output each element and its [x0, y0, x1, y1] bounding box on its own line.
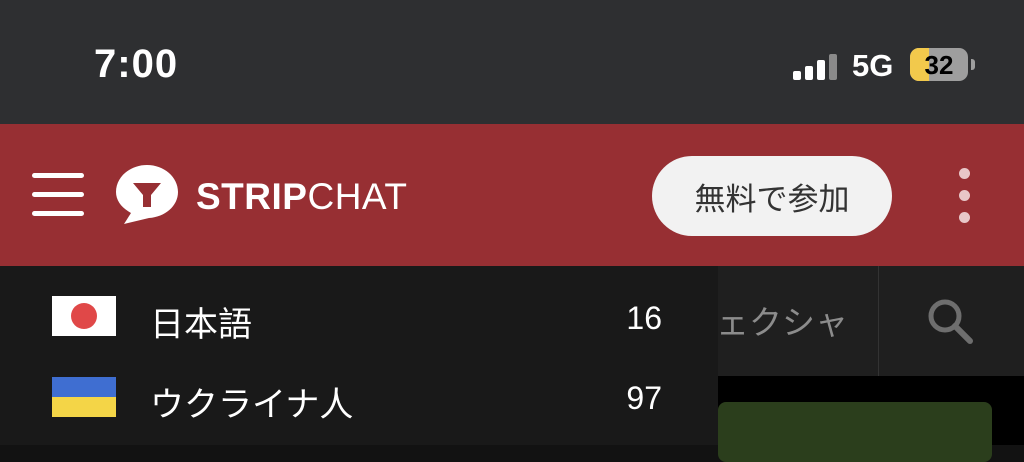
- language-name: 日本語: [150, 306, 252, 344]
- join-free-button[interactable]: 無料で参加: [652, 156, 892, 236]
- hamburger-menu-icon[interactable]: [32, 173, 84, 217]
- battery-icon: 32: [910, 48, 968, 81]
- battery-tip: [971, 59, 975, 70]
- network-type: 5G: [852, 48, 894, 83]
- language-item-ukrainian[interactable]: ウクライナ人 97: [0, 362, 718, 432]
- language-count: 97: [626, 380, 662, 416]
- search-icon[interactable]: [925, 296, 975, 346]
- language-item-japanese[interactable]: 日本語 16: [0, 282, 718, 352]
- stripchat-logo-icon: [116, 165, 178, 224]
- japan-flag-icon: [52, 296, 116, 336]
- ukraine-flag-icon: [52, 377, 116, 417]
- status-time: 7:00: [94, 42, 179, 86]
- more-options-icon[interactable]: [957, 168, 971, 224]
- site-header: STRIPCHAT 無料で参加: [0, 124, 1024, 266]
- divider: [878, 266, 879, 376]
- language-dropdown: 日本語 16 ウクライナ人 97: [0, 266, 718, 445]
- tag-filter-text[interactable]: ェクシャ: [716, 296, 848, 344]
- stream-thumbnail[interactable]: [718, 402, 992, 462]
- language-name: ウクライナ人: [150, 386, 354, 424]
- signal-icon: [793, 54, 839, 80]
- status-bar: 7:00 5G 32: [0, 0, 1024, 124]
- language-count: 16: [626, 300, 662, 336]
- logo-text[interactable]: STRIPCHAT: [196, 176, 407, 218]
- battery-percent: 32: [924, 50, 954, 80]
